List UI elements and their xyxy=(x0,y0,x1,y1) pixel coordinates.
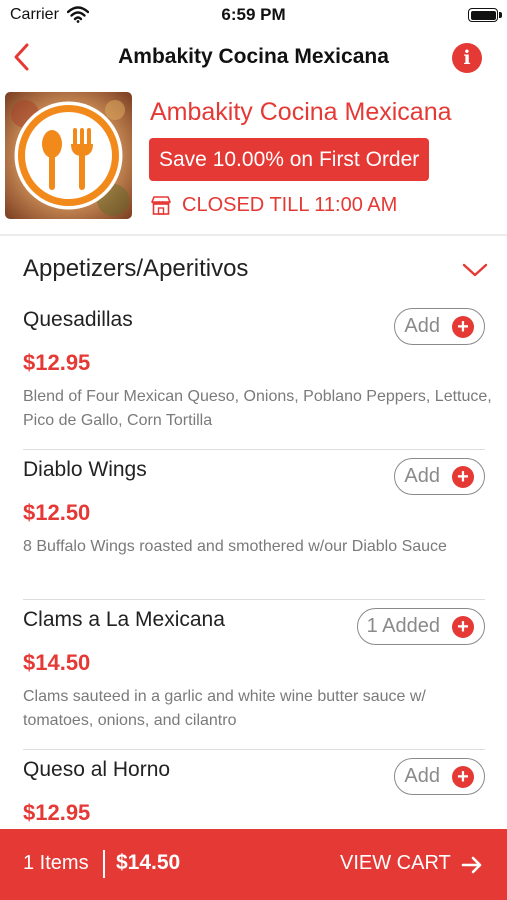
item-price: $12.95 xyxy=(23,350,91,375)
item-description: Clams sauteed in a garlic and white wine… xyxy=(23,688,426,729)
status-bar: Carrier 6:59 PM xyxy=(0,0,507,30)
view-cart-bar[interactable]: 1 Items $14.50 VIEW CART xyxy=(0,829,507,900)
closed-status-text: CLOSED TILL 11:00 AM xyxy=(182,193,398,216)
page-title: Ambakity Cocina Mexicana xyxy=(118,45,389,68)
item-price: $12.50 xyxy=(23,500,91,525)
header-divider xyxy=(0,234,507,236)
navigation-bar: Ambakity Cocina Mexicana i xyxy=(0,30,507,86)
menu-item[interactable]: Diablo Wings Add + $12.50 8 Buffalo Wing… xyxy=(0,450,507,600)
add-button-label: 1 Added xyxy=(366,615,440,637)
status-time: 6:59 PM xyxy=(221,5,286,24)
item-description: Blend of Four Mexican Queso, Onions, Pob… xyxy=(23,388,492,429)
item-name: Queso al Horno xyxy=(23,758,171,781)
view-cart-button[interactable]: VIEW CART xyxy=(340,852,451,875)
restaurant-logo xyxy=(5,92,132,219)
plus-icon: + xyxy=(452,315,474,338)
cart-separator xyxy=(103,850,105,878)
add-button[interactable]: Add + xyxy=(394,308,485,345)
item-price: $14.50 xyxy=(23,650,91,675)
cart-item-count: 1 Items xyxy=(23,852,89,874)
promo-badge: Save 10.00% on First Order xyxy=(149,138,430,181)
cart-total: $14.50 xyxy=(116,851,181,874)
plus-icon: + xyxy=(452,465,474,488)
plus-icon: + xyxy=(452,765,474,788)
restaurant-name: Ambakity Cocina Mexicana xyxy=(150,98,452,126)
battery-icon xyxy=(468,8,502,22)
item-name: Diablo Wings xyxy=(23,458,147,481)
category-title: Appetizers/Aperitivos xyxy=(23,255,249,282)
category-header[interactable]: Appetizers/Aperitivos xyxy=(0,240,507,298)
added-button[interactable]: 1 Added + xyxy=(356,608,485,645)
item-price: $12.95 xyxy=(23,800,91,825)
add-button[interactable]: Add + xyxy=(394,758,485,795)
add-button-label: Add xyxy=(404,465,440,487)
plus-icon: + xyxy=(452,615,474,638)
menu-item[interactable]: Clams a La Mexicana 1 Added + $14.50 Cla… xyxy=(0,600,507,750)
menu-item[interactable]: Quesadillas Add + $12.95 Blend of Four M… xyxy=(0,300,507,450)
chevron-down-icon[interactable] xyxy=(462,262,488,278)
item-name: Quesadillas xyxy=(23,308,133,331)
add-button-label: Add xyxy=(404,765,440,787)
hours-status: CLOSED TILL 11:00 AM xyxy=(150,191,397,219)
info-icon[interactable]: i xyxy=(452,43,482,73)
storefront-icon xyxy=(151,196,171,215)
item-name: Clams a La Mexicana xyxy=(23,608,225,631)
add-button[interactable]: Add + xyxy=(394,458,485,495)
arrow-right-icon[interactable] xyxy=(460,853,484,877)
item-description: 8 Buffalo Wings roasted and smothered w/… xyxy=(23,538,447,555)
add-button-label: Add xyxy=(404,315,440,337)
spoon-fork-icon xyxy=(5,92,132,219)
restaurant-header: Ambakity Cocina Mexicana Save 10.00% on … xyxy=(0,86,507,236)
